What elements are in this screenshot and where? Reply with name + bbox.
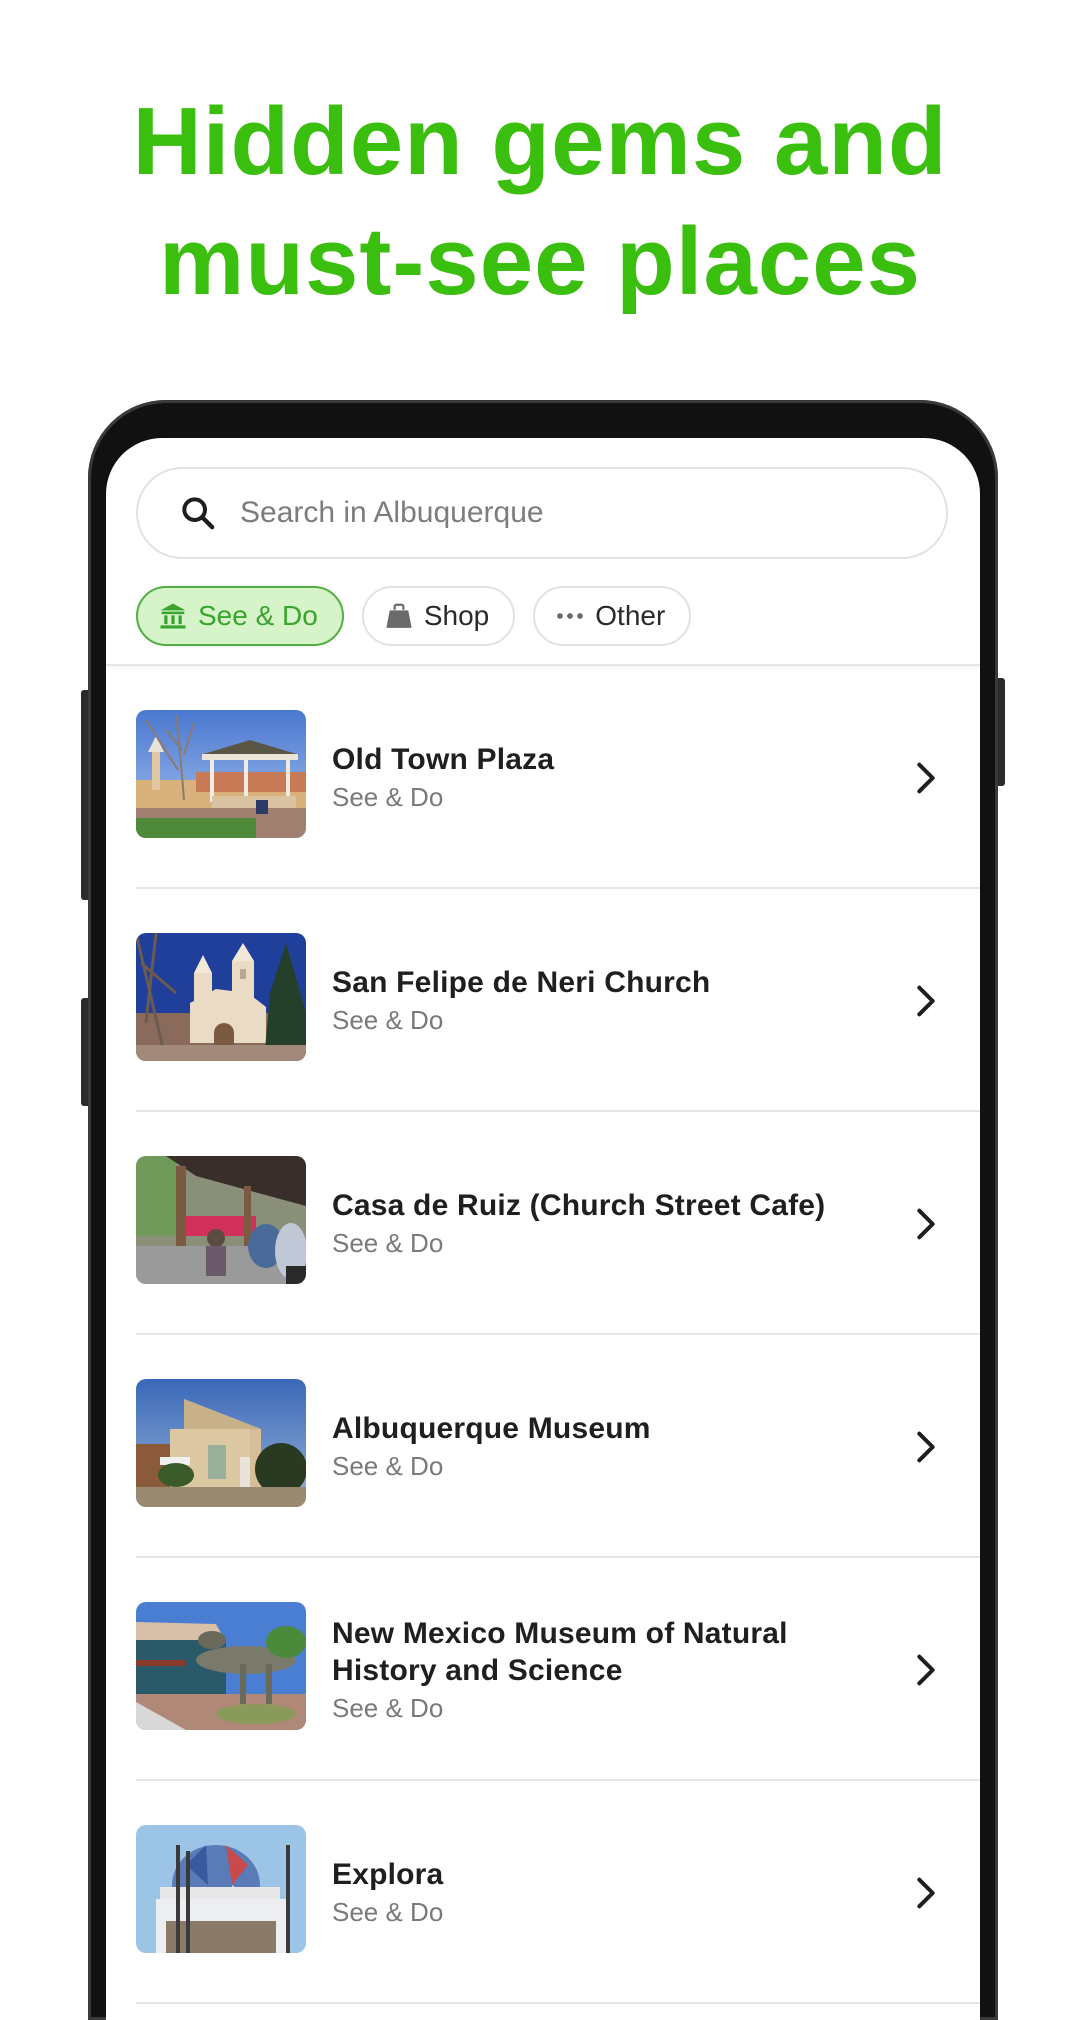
list-item[interactable]: Albuquerque Museum See & Do: [106, 1335, 980, 1558]
place-thumbnail: [136, 1602, 306, 1730]
phone-frame: See & Do Shop: [88, 400, 998, 2020]
search-bar[interactable]: [136, 467, 948, 559]
list-item[interactable]: Explora See & Do: [106, 1781, 980, 2004]
place-category: See & Do: [332, 1451, 444, 1481]
chip-label: Shop: [423, 600, 490, 631]
place-category: See & Do: [332, 1005, 444, 1035]
place-category: See & Do: [332, 782, 444, 812]
chevron-right-icon: [917, 1208, 935, 1240]
place-title: Explora: [332, 1858, 444, 1891]
place-title: New Mexico Museum of Natural History and…: [332, 1616, 788, 1687]
chip-other[interactable]: Other: [533, 586, 692, 646]
shopping-bag-icon: [384, 601, 414, 631]
place-thumbnail: [136, 1156, 306, 1284]
phone-screen: See & Do Shop: [106, 438, 980, 2020]
chevron-right-icon: [917, 1877, 935, 1909]
place-text: San Felipe de Neri Church See & Do: [332, 889, 872, 1111]
place-text: Albuquerque Museum See & Do: [332, 1335, 872, 1557]
place-text: Casa de Ruiz (Church Street Cafe) See & …: [332, 1112, 872, 1334]
category-chips: See & Do Shop Other: [136, 586, 692, 646]
search-icon: [182, 497, 215, 530]
chip-see-and-do[interactable]: See & Do: [136, 586, 344, 646]
list-item[interactable]: New Mexico Museum of Natural History and…: [106, 1558, 980, 1781]
list-item[interactable]: Old Town Plaza See & Do: [106, 666, 980, 889]
chevron-right-icon: [917, 1654, 935, 1686]
chevron-right-icon: [917, 985, 935, 1017]
place-thumbnail: [136, 933, 306, 1061]
chip-label: Other: [595, 600, 666, 631]
place-text: Old Town Plaza See & Do: [332, 666, 872, 888]
place-thumbnail: [136, 1379, 306, 1507]
place-thumbnail: [136, 1825, 306, 1953]
chip-label: See & Do: [198, 600, 318, 631]
place-thumbnail: [136, 710, 306, 838]
place-title: Albuquerque Museum: [332, 1412, 651, 1445]
place-title: Old Town Plaza: [332, 743, 555, 776]
place-category: See & Do: [332, 1897, 444, 1927]
more-dots-icon: [555, 601, 585, 631]
chip-shop[interactable]: Shop: [361, 586, 516, 646]
chevron-right-icon: [917, 762, 935, 794]
museum-icon: [158, 601, 188, 631]
places-list: Old Town Plaza See & Do San Felipe de Ne…: [106, 666, 980, 2004]
place-title: Casa de Ruiz (Church Street Cafe): [332, 1189, 826, 1222]
headline-line-1: Hidden gems and: [132, 88, 948, 195]
place-category: See & Do: [332, 1228, 444, 1258]
place-category: See & Do: [332, 1692, 444, 1723]
headline: Hidden gems and must-see places: [0, 82, 1080, 322]
chevron-right-icon: [917, 1431, 935, 1463]
place-text: Explora See & Do: [332, 1781, 872, 2003]
list-item[interactable]: Casa de Ruiz (Church Street Cafe) See & …: [106, 1112, 980, 1335]
place-text: New Mexico Museum of Natural History and…: [332, 1558, 872, 1780]
place-title: San Felipe de Neri Church: [332, 966, 711, 999]
list-item[interactable]: San Felipe de Neri Church See & Do: [106, 889, 980, 1112]
search-input[interactable]: [238, 495, 862, 531]
headline-line-2: must-see places: [158, 208, 922, 315]
